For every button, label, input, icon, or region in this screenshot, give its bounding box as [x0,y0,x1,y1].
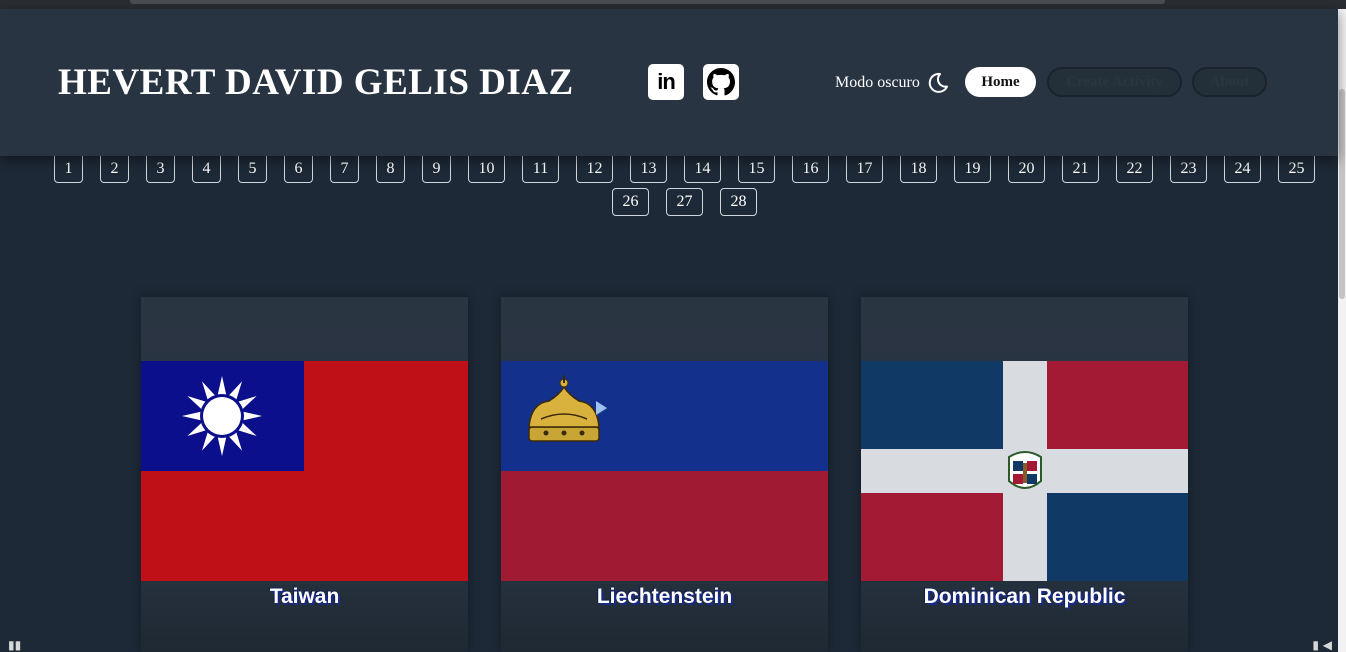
page-button-1[interactable]: 1 [54,156,83,183]
page-button-19[interactable]: 19 [954,156,991,183]
nav-create-activity-button[interactable]: Create Activity [1047,67,1182,97]
browser-tab-strip [130,0,1165,4]
flag-liechtenstein [501,361,828,581]
page-button-5[interactable]: 5 [238,156,267,183]
page-button-10[interactable]: 10 [468,156,505,183]
nav-home-button[interactable]: Home [965,67,1036,97]
page-button-25[interactable]: 25 [1278,156,1315,183]
page-button-27[interactable]: 27 [666,188,703,216]
page-button-14[interactable]: 14 [684,156,721,183]
github-icon [707,68,735,96]
site-header: HEVERT DAVID GELIS DIAZ in Modo oscuro H… [0,9,1338,156]
video-control-icon: ▮▮ [8,638,22,652]
page-button-17[interactable]: 17 [846,156,883,183]
coat-of-arms-emblem [1008,451,1042,489]
page-button-20[interactable]: 20 [1008,156,1045,183]
page-button-24[interactable]: 24 [1224,156,1261,183]
scrollbar-thumb[interactable] [1339,89,1345,299]
linkedin-icon: in [657,69,676,94]
flag-taiwan [141,361,468,581]
page-button-21[interactable]: 21 [1062,156,1099,183]
page-button-6[interactable]: 6 [284,156,313,183]
page-button-12[interactable]: 12 [576,156,613,183]
github-link[interactable] [703,64,739,100]
page-button-2[interactable]: 2 [100,156,129,183]
moon-icon [928,72,948,93]
country-name: Taiwan [269,585,340,608]
page-button-18[interactable]: 18 [900,156,937,183]
country-name: Liechtenstein [596,585,733,608]
page-button-16[interactable]: 16 [792,156,829,183]
page-button-4[interactable]: 4 [192,156,221,183]
page-button-9[interactable]: 9 [422,156,451,183]
nav-about-button[interactable]: About [1192,67,1267,97]
page-button-8[interactable]: 8 [376,156,405,183]
site-owner-name: HEVERT DAVID GELIS DIAZ [58,62,574,103]
page-button-22[interactable]: 22 [1116,156,1153,183]
page-button-7[interactable]: 7 [330,156,359,183]
country-name: Dominican Republic [923,585,1126,608]
mouse-cursor [596,401,607,415]
country-card-dominican-republic[interactable]: Dominican Republic [861,297,1188,652]
browser-top-bar [0,0,1346,9]
video-volume-icon: ▮ ◀ [1312,638,1332,652]
dark-mode-toggle[interactable]: Modo oscuro [835,72,950,94]
country-card-liechtenstein[interactable]: Liechtenstein [501,297,828,652]
page-button-23[interactable]: 23 [1170,156,1207,183]
country-card-taiwan[interactable]: Taiwan [141,297,468,652]
page-button-26[interactable]: 26 [612,188,649,216]
page-button-28[interactable]: 28 [720,188,757,216]
flag-dominican-republic [861,361,1188,581]
page-button-3[interactable]: 3 [146,156,175,183]
page-button-13[interactable]: 13 [630,156,667,183]
page-button-11[interactable]: 11 [522,156,559,183]
page-button-15[interactable]: 15 [738,156,775,183]
dark-mode-label: Modo oscuro [835,74,920,91]
page-scrollbar[interactable] [1338,9,1346,652]
linkedin-link[interactable]: in [648,64,684,100]
